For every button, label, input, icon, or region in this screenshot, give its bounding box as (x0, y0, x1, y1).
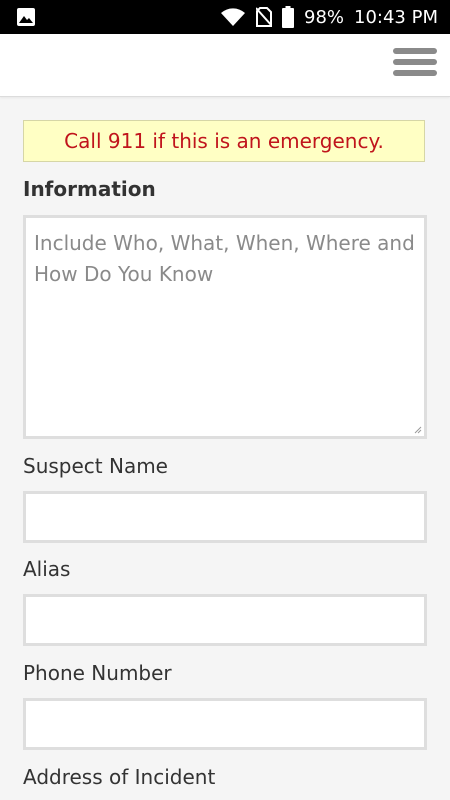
alias-field[interactable] (23, 594, 427, 646)
information-label: Information (23, 177, 156, 201)
battery-percent: 98% (304, 6, 345, 28)
phone-number-label: Phone Number (23, 661, 172, 685)
image-icon (16, 7, 36, 27)
suspect-name-field[interactable] (23, 491, 427, 543)
resize-grip-icon[interactable] (414, 426, 422, 434)
status-bar: 98% 10:43 PM (0, 0, 450, 34)
wifi-icon (220, 7, 246, 27)
alias-label: Alias (23, 557, 71, 581)
address-of-incident-label: Address of Incident (23, 765, 216, 789)
app-bar (0, 34, 450, 97)
status-icons: 98% 10:43 PM (220, 0, 438, 34)
phone-number-field[interactable] (23, 698, 427, 750)
suspect-name-label: Suspect Name (23, 454, 168, 478)
clock-time: 10:43 PM (354, 6, 438, 28)
tip-form: Call 911 if this is an emergency. Inform… (0, 97, 450, 800)
information-placeholder: Include Who, What, When, Where and How D… (34, 231, 415, 286)
information-textarea[interactable]: Include Who, What, When, Where and How D… (23, 215, 427, 439)
battery-icon (282, 6, 294, 28)
no-sim-icon (256, 7, 272, 27)
emergency-alert: Call 911 if this is an emergency. (23, 120, 425, 162)
hamburger-menu-icon[interactable] (393, 48, 437, 82)
